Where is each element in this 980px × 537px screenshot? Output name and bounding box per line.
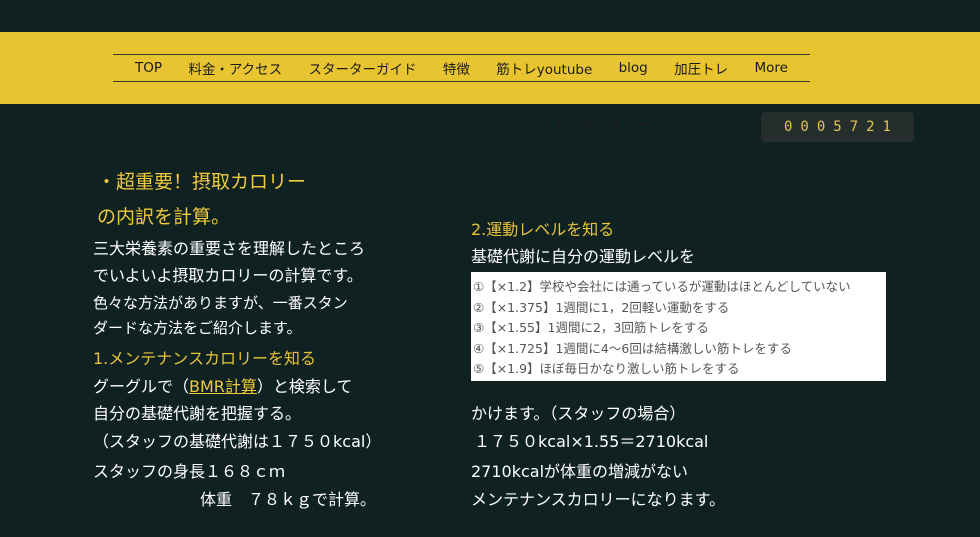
nav-item-top[interactable]: TOP xyxy=(135,60,162,76)
nav-item-more[interactable]: More xyxy=(754,60,787,76)
page-title-line2: の内訳を計算。 xyxy=(97,206,231,228)
section1-heading: 1.メンテナンスカロリーを知る xyxy=(93,349,316,368)
activity-intro: 基礎代謝に自分の運動レベルを xyxy=(471,247,696,266)
activity-level-5: ⑤【×1.9】ほぼ毎日かなり激しい筋トレをする xyxy=(473,361,740,376)
site-menu-link[interactable]: サイトメニュー→ xyxy=(538,113,648,133)
activity-level-table: ①【×1.2】学校や会社には通っているが運動はほとんどしていない ②【×1.37… xyxy=(471,272,886,381)
intro-paragraph-line1: 三大栄養素の重要さを理解したところ xyxy=(93,239,366,258)
result-line1: 2710kcalが体重の増減がない xyxy=(471,462,689,481)
staff-weight-line: 体重 ７８ｋｇで計算。 xyxy=(200,490,377,509)
google-search-line: グーグルで（BMR計算）と検索して xyxy=(93,373,352,397)
activity-level-4: ④【×1.725】1週間に4～6回は結構激しい筋トレをする xyxy=(473,340,792,356)
nav-bottom-divider xyxy=(113,81,810,82)
section2-heading: 2.運動レベルを知る xyxy=(471,220,615,239)
nav-item-pricing-access[interactable]: 料金・アクセス xyxy=(188,58,282,78)
nav-item-features[interactable]: 特徴 xyxy=(443,58,470,78)
result-line2: メンテナンスカロリーになります。 xyxy=(471,490,726,509)
formula-line: １７５０kcal×1.55＝2710kcal xyxy=(474,432,709,451)
staff-height-line: スタッフの身長１６８ｃｍ xyxy=(93,462,286,481)
method-paragraph-line2: ダードな方法をご紹介します。 xyxy=(93,319,302,337)
grasp-bmr-line: 自分の基礎代謝を把握する。 xyxy=(93,404,302,423)
google-suffix: ）と検索して xyxy=(256,377,353,396)
visitor-counter: 0005721 xyxy=(761,112,914,142)
main-nav: TOP 料金・アクセス スターターガイド 特徴 筋トレyoutube blog … xyxy=(113,55,810,81)
nav-item-blog[interactable]: blog xyxy=(619,60,648,76)
intro-paragraph-line2: でいよいよ摂取カロリーの計算です。 xyxy=(93,266,363,285)
nav-item-starter-guide[interactable]: スターターガイド xyxy=(309,58,417,78)
nav-item-kaatsu[interactable]: 加圧トレ xyxy=(674,58,728,78)
visitor-counter-digits: 0005721 xyxy=(783,119,899,135)
nav-item-youtube[interactable]: 筋トレyoutube xyxy=(496,58,592,78)
page-title-line1: ・超重要！摂取カロリー xyxy=(97,171,307,193)
multiply-line: かけます。（スタッフの場合） xyxy=(471,404,686,423)
activity-level-3: ③【×1.55】1週間に2，3回筋トレをする xyxy=(473,320,709,335)
activity-level-1: ①【×1.2】学校や会社には通っているが運動はほとんどしていない xyxy=(473,279,851,294)
staff-bmr-line: （スタッフの基礎代謝は１７５０kcal） xyxy=(93,432,382,451)
activity-level-2: ②【×1.375】1週間に1，2回軽い運動をする xyxy=(473,299,730,315)
method-paragraph-line1: 色々な方法がありますが、一番スタン xyxy=(93,294,348,312)
google-prefix: グーグルで（ xyxy=(93,377,190,396)
bmr-calc-link[interactable]: BMR計算 xyxy=(189,377,257,396)
